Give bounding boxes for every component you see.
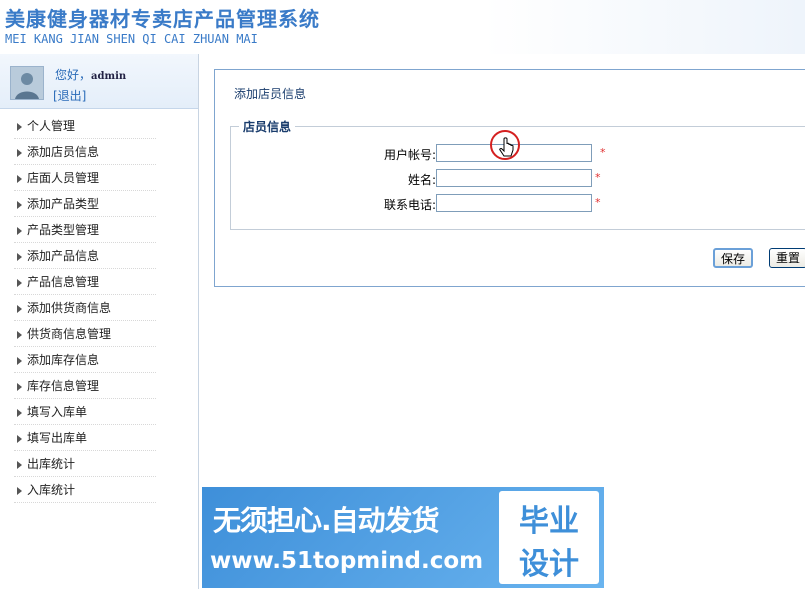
name-input[interactable]: [436, 169, 592, 187]
phone-label: 联系电话:: [383, 198, 436, 212]
triangle-right-icon: [17, 305, 22, 313]
triangle-right-icon: [17, 227, 22, 235]
greeting-text: 您好，: [55, 68, 92, 82]
reset-button[interactable]: 重置: [769, 248, 805, 268]
sidebar-item-stock-in-stats[interactable]: 入库统计: [0, 478, 198, 504]
hand-cursor-icon: [489, 129, 521, 161]
promo-banner: 无须担心.自动发货 www.51topmind.com 毕业 设计: [202, 487, 604, 588]
triangle-right-icon: [17, 409, 22, 417]
triangle-right-icon: [17, 383, 22, 391]
triangle-right-icon: [17, 487, 22, 495]
sidebar-menu: 个人管理 添加店员信息 店面人员管理 添加产品类型 产品类型管理 添加产品信息 …: [0, 114, 198, 504]
sidebar-item-label: 出库统计: [27, 457, 76, 471]
header: 美康健身器材专卖店产品管理系统 MEI KANG JIAN SHEN QI CA…: [0, 0, 805, 54]
name-row: 姓名: *: [231, 169, 805, 189]
sidebar-item-label: 添加库存信息: [27, 353, 100, 367]
app-title: 美康健身器材专卖店产品管理系统: [5, 7, 320, 31]
sidebar-item-label: 供货商信息管理: [27, 327, 112, 341]
sidebar-item-product-manage[interactable]: 产品信息管理: [0, 270, 198, 296]
triangle-right-icon: [17, 253, 22, 261]
user-name: admin: [91, 71, 127, 82]
sidebar-item-label: 店面人员管理: [27, 171, 100, 185]
triangle-right-icon: [17, 357, 22, 365]
sidebar-item-label: 填写出库单: [27, 431, 88, 445]
sidebar-item-add-product-type[interactable]: 添加产品类型: [0, 192, 198, 218]
triangle-right-icon: [17, 123, 22, 131]
add-staff-panel: 添加店员信息 店员信息 用户帐号: * 姓名: * 联系电话: * 保存 重置: [214, 69, 805, 287]
name-label: 姓名:: [407, 173, 436, 187]
triangle-right-icon: [17, 175, 22, 183]
user-box: 您好，admin [退出]: [0, 54, 198, 109]
sidebar-item-label: 添加店员信息: [27, 145, 100, 159]
required-marker: *: [595, 196, 601, 209]
triangle-right-icon: [17, 331, 22, 339]
sidebar-item-label: 添加产品信息: [27, 249, 100, 263]
banner-slogan: 无须担心.自动发货: [213, 504, 440, 537]
sidebar-item-label: 产品类型管理: [27, 223, 100, 237]
logout-link[interactable]: [退出]: [53, 87, 86, 104]
sidebar-item-label: 填写入库单: [27, 405, 88, 419]
triangle-right-icon: [17, 461, 22, 469]
triangle-right-icon: [17, 149, 22, 157]
sidebar-item-label: 添加产品类型: [27, 197, 100, 211]
required-marker: *: [595, 171, 601, 184]
sidebar-item-label: 入库统计: [27, 483, 76, 497]
sidebar-item-personal[interactable]: 个人管理: [0, 114, 198, 140]
sidebar-item-stock-out-stats[interactable]: 出库统计: [0, 452, 198, 478]
user-avatar-icon: [10, 66, 44, 100]
sidebar-item-label: 添加供货商信息: [27, 301, 112, 315]
app-subtitle: MEI KANG JIAN SHEN QI CAI ZHUAN MAI: [5, 32, 258, 46]
banner-badge: 毕业 设计: [499, 491, 599, 584]
triangle-right-icon: [17, 435, 22, 443]
badge-line2: 设计: [519, 547, 579, 582]
sidebar-item-add-staff[interactable]: 添加店员信息: [0, 140, 198, 166]
sidebar-item-staff-manage[interactable]: 店面人员管理: [0, 166, 198, 192]
sidebar-item-add-stock[interactable]: 添加库存信息: [0, 348, 198, 374]
save-button[interactable]: 保存: [713, 248, 754, 268]
panel-title: 添加店员信息: [234, 87, 307, 101]
phone-input[interactable]: [436, 194, 592, 212]
triangle-right-icon: [17, 201, 22, 209]
sidebar-item-label: 个人管理: [27, 119, 76, 133]
sidebar-item-stock-manage[interactable]: 库存信息管理: [0, 374, 198, 400]
sidebar-item-label: 库存信息管理: [27, 379, 100, 393]
sidebar-item-product-type-manage[interactable]: 产品类型管理: [0, 218, 198, 244]
phone-row: 联系电话: *: [231, 194, 805, 214]
badge-line1: 毕业: [519, 504, 579, 539]
sidebar-item-add-supplier[interactable]: 添加供货商信息: [0, 296, 198, 322]
fieldset-legend: 店员信息: [239, 118, 296, 135]
sidebar: 您好，admin [退出] 个人管理 添加店员信息 店面人员管理 添加产品类型 …: [0, 54, 199, 589]
triangle-right-icon: [17, 279, 22, 287]
sidebar-item-label: 产品信息管理: [27, 275, 100, 289]
user-greeting: 您好，admin: [55, 66, 126, 83]
sidebar-item-stock-in-form[interactable]: 填写入库单: [0, 400, 198, 426]
sidebar-item-stock-out-form[interactable]: 填写出库单: [0, 426, 198, 452]
account-label: 用户帐号:: [383, 148, 436, 162]
sidebar-item-supplier-manage[interactable]: 供货商信息管理: [0, 322, 198, 348]
banner-url: www.51topmind.com: [210, 548, 484, 574]
required-marker: *: [600, 146, 606, 159]
sidebar-item-add-product[interactable]: 添加产品信息: [0, 244, 198, 270]
